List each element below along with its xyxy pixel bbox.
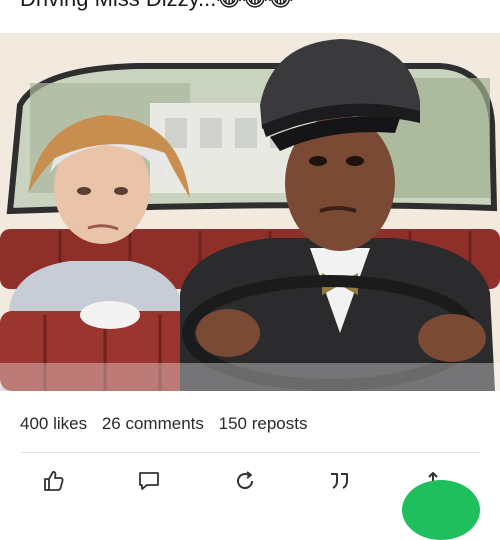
likes-count[interactable]: 400 likes: [20, 414, 87, 433]
engagement-stats: 400 likes 26 comments 150 reposts: [20, 412, 317, 436]
comments-count[interactable]: 26 comments: [102, 414, 204, 433]
quote-button[interactable]: [324, 466, 354, 496]
divider: [20, 452, 480, 453]
thumbs-up-icon: [44, 471, 64, 491]
driving-scene-illustration: [0, 33, 500, 391]
like-button[interactable]: [39, 466, 69, 496]
repost-button[interactable]: [230, 466, 260, 496]
compose-fab[interactable]: [402, 480, 480, 540]
post-caption: Driving Miss Dizzy...😂😂😂: [20, 0, 294, 14]
comment-button[interactable]: [134, 466, 164, 496]
post-image[interactable]: [0, 33, 500, 391]
comment-icon: [139, 472, 159, 490]
quote-icon: [331, 473, 348, 489]
repost-icon: [237, 471, 254, 490]
reposts-count[interactable]: 150 reposts: [219, 414, 308, 433]
